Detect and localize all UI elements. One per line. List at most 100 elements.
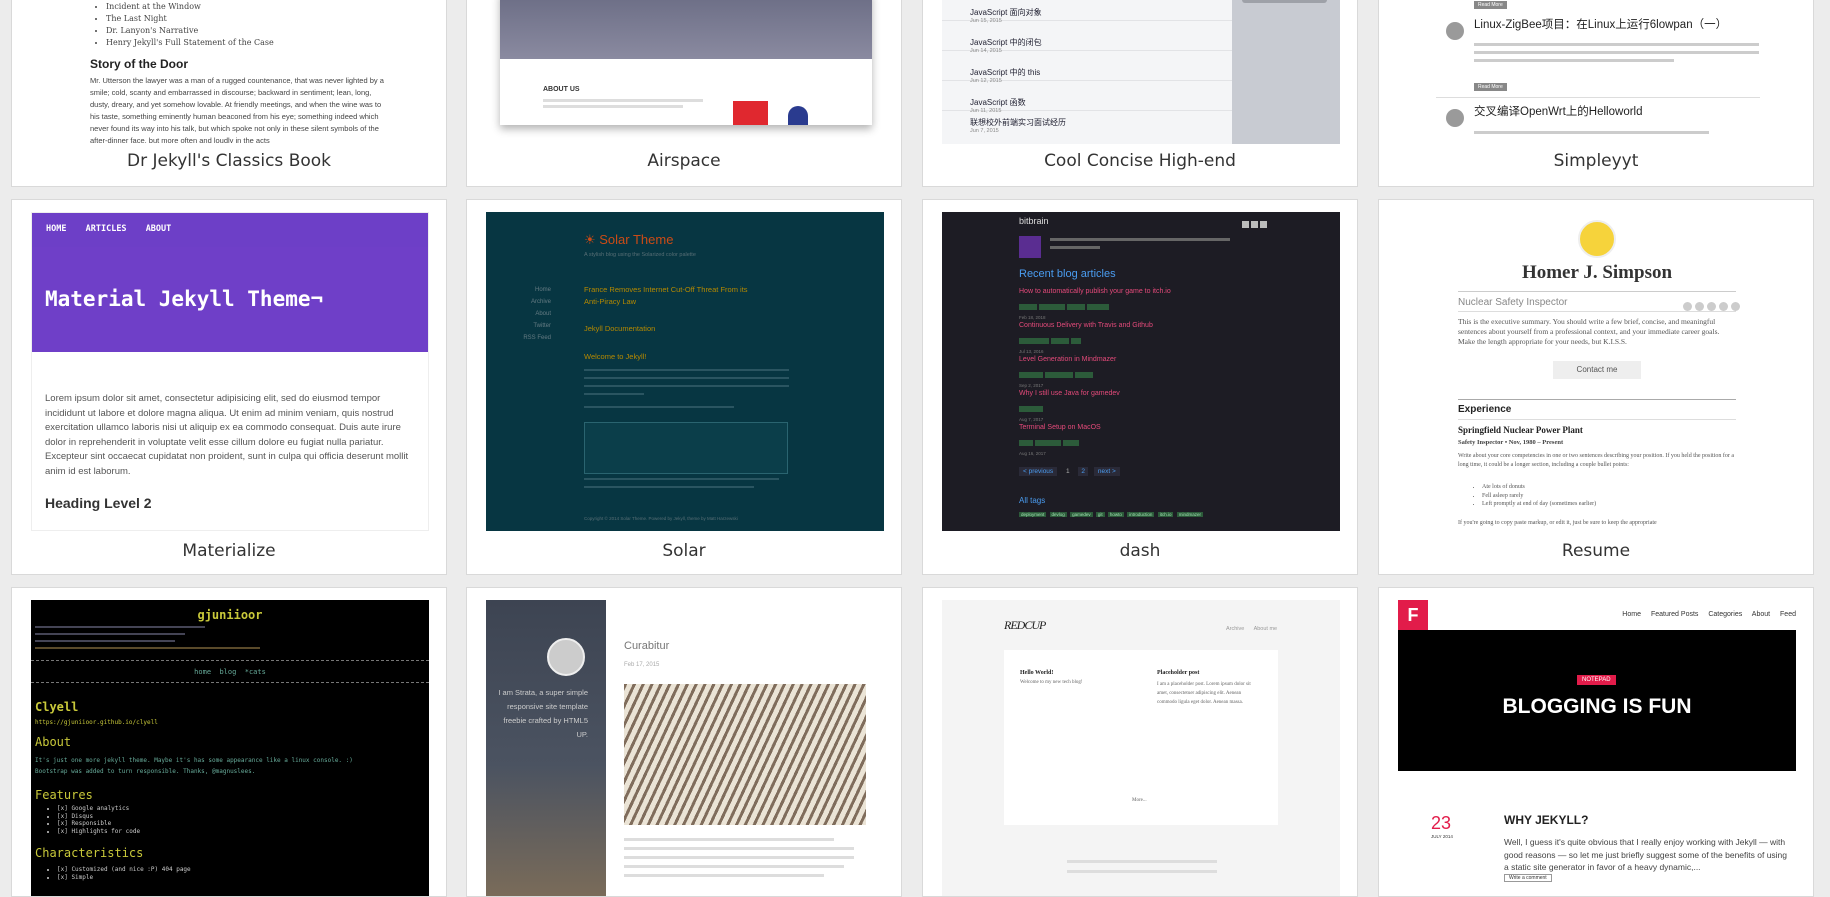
nav-item[interactable]: Categories xyxy=(1708,611,1742,618)
thumbnail-solar[interactable]: ☀ Solar Theme A stylish blog using the S… xyxy=(486,212,884,531)
thumbnail-airspace[interactable]: ABOUT US xyxy=(500,0,872,125)
list-item[interactable]: Level Generation in Mindmazer Sep 2, 201… xyxy=(1019,356,1116,388)
nav-item[interactable]: RSS Feed xyxy=(516,332,551,344)
theme-card-solar[interactable]: ☀ Solar Theme A stylish blog using the S… xyxy=(466,199,902,575)
next-page-button[interactable]: next > xyxy=(1093,467,1120,476)
tag-chip[interactable]: introduction xyxy=(1127,512,1155,517)
thumbnail-simpleyyt[interactable]: Read More Linux-ZigBee项目：在Linux上运行6lowpa… xyxy=(1398,0,1796,144)
theme-card-cool-concise[interactable]: JavaScript 面向对象 Jun 15, 2015 JavaScript … xyxy=(922,0,1358,187)
list-item[interactable]: 联想校外前端实习面试经历 Jun 7, 2015 xyxy=(942,111,1232,141)
twitter-icon[interactable] xyxy=(1242,221,1249,228)
post-title[interactable]: WHY JEKYLL? xyxy=(1504,813,1588,827)
list-item[interactable]: JavaScript 中的闭包 Jun 14, 2015 xyxy=(942,21,1232,54)
tag-chip[interactable]: mindmazer xyxy=(1176,512,1203,517)
read-more-button[interactable]: Read More xyxy=(1474,1,1507,9)
thumbnail-redcup[interactable]: REDCUP Archive About me Hello World! Wel… xyxy=(942,600,1340,896)
prev-page-button[interactable]: < previous xyxy=(1019,467,1058,476)
nav-item[interactable]: ABOUT xyxy=(146,224,172,234)
page-button[interactable]: 2 xyxy=(1078,467,1089,476)
comment-button[interactable]: Write a comment xyxy=(1504,874,1552,882)
list-item[interactable]: JavaScript 面向对象 Jun 15, 2015 xyxy=(942,0,1232,24)
theme-card-dash[interactable]: bitbrain Recent blog articles How to aut… xyxy=(922,199,1358,575)
theme-card-strata[interactable]: I am Strata, a super simple responsive s… xyxy=(466,587,902,897)
website-icon[interactable] xyxy=(1719,302,1728,311)
post-link[interactable]: https://gjuniioor.github.io/clyell xyxy=(35,719,158,726)
thumbnail-materialize[interactable]: HOME ARTICLES ABOUT Material Jekyll Them… xyxy=(31,212,429,531)
card-title[interactable]: dash xyxy=(923,541,1357,561)
github-icon[interactable] xyxy=(1251,221,1258,228)
more-link[interactable]: More... xyxy=(1132,798,1147,803)
list-item[interactable]: Terminal Setup on MacOS Aug 16, 2017 xyxy=(1019,424,1101,456)
theme-card-jekyll-classics[interactable]: Incident at the Window The Last Night Dr… xyxy=(11,0,447,187)
linkedin-icon[interactable] xyxy=(1707,302,1716,311)
post-title[interactable]: How to automatically publish your game t… xyxy=(1019,288,1171,295)
nav-item[interactable]: Archive xyxy=(1226,626,1244,632)
theme-card-airspace[interactable]: ABOUT US Airspace xyxy=(466,0,902,187)
site-logo[interactable]: REDCUP xyxy=(1004,618,1046,633)
theme-card-resume[interactable]: Homer J. Simpson Nuclear Safety Inspecto… xyxy=(1378,199,1814,575)
post-title[interactable]: Level Generation in Mindmazer xyxy=(1019,356,1116,363)
card-title[interactable]: Dr Jekyll's Classics Book xyxy=(12,151,446,171)
nav-item[interactable]: Home xyxy=(1622,611,1641,618)
category-badge[interactable]: NOTEPAD xyxy=(1577,675,1616,685)
theme-card-redcup[interactable]: REDCUP Archive About me Hello World! Wel… xyxy=(922,587,1358,897)
site-brand[interactable]: gjuniioor xyxy=(31,608,429,622)
thumbnail-dash[interactable]: bitbrain Recent blog articles How to aut… xyxy=(942,212,1340,531)
thumbnail-gjuniioor[interactable]: gjuniioor home blog *cats Clyell https:/… xyxy=(31,600,429,896)
tag-chip[interactable]: deployment xyxy=(1019,512,1047,517)
post-link[interactable]: Welcome to Jekyll! xyxy=(584,352,646,361)
rss-icon[interactable] xyxy=(1260,221,1267,228)
card-title[interactable]: Materialize xyxy=(12,541,446,561)
theme-card-simpleyyt[interactable]: Read More Linux-ZigBee项目：在Linux上运行6lowpa… xyxy=(1378,0,1814,187)
thumbnail-resume[interactable]: Homer J. Simpson Nuclear Safety Inspecto… xyxy=(1398,212,1796,531)
post-title[interactable]: JavaScript 面向对象 xyxy=(970,7,1232,18)
github-icon[interactable] xyxy=(1683,302,1692,311)
theme-card-featured[interactable]: F Home Featured Posts Categories About F… xyxy=(1378,587,1814,897)
site-brand[interactable]: ☀ Solar Theme xyxy=(584,232,673,248)
card-title[interactable]: Resume xyxy=(1379,541,1813,561)
site-brand[interactable]: bitbrain xyxy=(1019,216,1049,226)
nav-item[interactable]: Home xyxy=(516,284,551,296)
nav-item[interactable]: About xyxy=(1752,611,1770,618)
tag-chip[interactable]: git xyxy=(1095,512,1105,517)
card-title[interactable]: Simpleyyt xyxy=(1379,151,1813,171)
thumbnail-featured[interactable]: F Home Featured Posts Categories About F… xyxy=(1398,600,1796,896)
page-button[interactable]: 1 xyxy=(1063,467,1073,476)
nav-item[interactable]: ARTICLES xyxy=(86,224,127,234)
post-title[interactable]: Curabitur xyxy=(624,640,669,652)
email-icon[interactable] xyxy=(1731,302,1740,311)
top-nav[interactable]: home blog *cats xyxy=(31,668,429,676)
list-item[interactable]: How to automatically publish your game t… xyxy=(1019,288,1171,320)
post-title[interactable]: Linux-ZigBee项目：在Linux上运行6lowpan（一） xyxy=(1474,16,1727,32)
nav-item[interactable]: Featured Posts xyxy=(1651,611,1698,618)
read-more-button[interactable]: Read More xyxy=(1474,83,1507,91)
list-item[interactable]: Continuous Delivery with Travis and Gith… xyxy=(1019,322,1153,354)
thumbnail-cool-concise[interactable]: JavaScript 面向对象 Jun 15, 2015 JavaScript … xyxy=(942,0,1340,144)
list-item[interactable]: JavaScript 中的 this Jun 12, 2015 xyxy=(942,51,1232,84)
site-logo[interactable]: F xyxy=(1398,600,1428,630)
post-title[interactable]: Placeholder post xyxy=(1157,670,1199,676)
post-title[interactable]: JavaScript 中的闭包 xyxy=(970,37,1232,48)
list-item[interactable]: JavaScript 函数 Jun 11, 2015 xyxy=(942,81,1232,114)
thumbnail-strata[interactable]: I am Strata, a super simple responsive s… xyxy=(486,600,884,896)
card-title[interactable]: Airspace xyxy=(467,151,901,171)
post-title[interactable]: JavaScript 函数 xyxy=(970,97,1232,108)
thumbnail-jekyll-classics[interactable]: Incident at the Window The Last Night Dr… xyxy=(31,0,429,143)
post-link[interactable]: France Removes Internet Cut-Off Threat F… xyxy=(584,284,764,308)
theme-card-materialize[interactable]: HOME ARTICLES ABOUT Material Jekyll Them… xyxy=(11,199,447,575)
tag-chip[interactable]: devlog xyxy=(1049,512,1067,517)
nav-item[interactable]: Twitter xyxy=(516,320,551,332)
nav-item[interactable]: About me xyxy=(1254,626,1278,632)
post-title[interactable]: 联想校外前端实习面试经历 xyxy=(970,117,1232,128)
tag-chip[interactable]: gamedev xyxy=(1070,512,1093,517)
list-item[interactable]: Why I still use Java for gamedev Aug 7, … xyxy=(1019,390,1120,422)
nav-item[interactable]: Archive xyxy=(516,296,551,308)
post-title[interactable]: Terminal Setup on MacOS xyxy=(1019,424,1101,431)
post-title[interactable]: Why I still use Java for gamedev xyxy=(1019,390,1120,397)
card-title[interactable]: Solar xyxy=(467,541,901,561)
post-link[interactable]: Jekyll Documentation xyxy=(584,324,655,333)
post-title[interactable]: 交叉编译OpenWrt上的Helloworld xyxy=(1474,103,1643,119)
contact-button[interactable]: Contact me xyxy=(1553,361,1641,379)
card-title[interactable]: Cool Concise High-end xyxy=(923,151,1357,171)
theme-card-gjuniioor[interactable]: gjuniioor home blog *cats Clyell https:/… xyxy=(11,587,447,897)
